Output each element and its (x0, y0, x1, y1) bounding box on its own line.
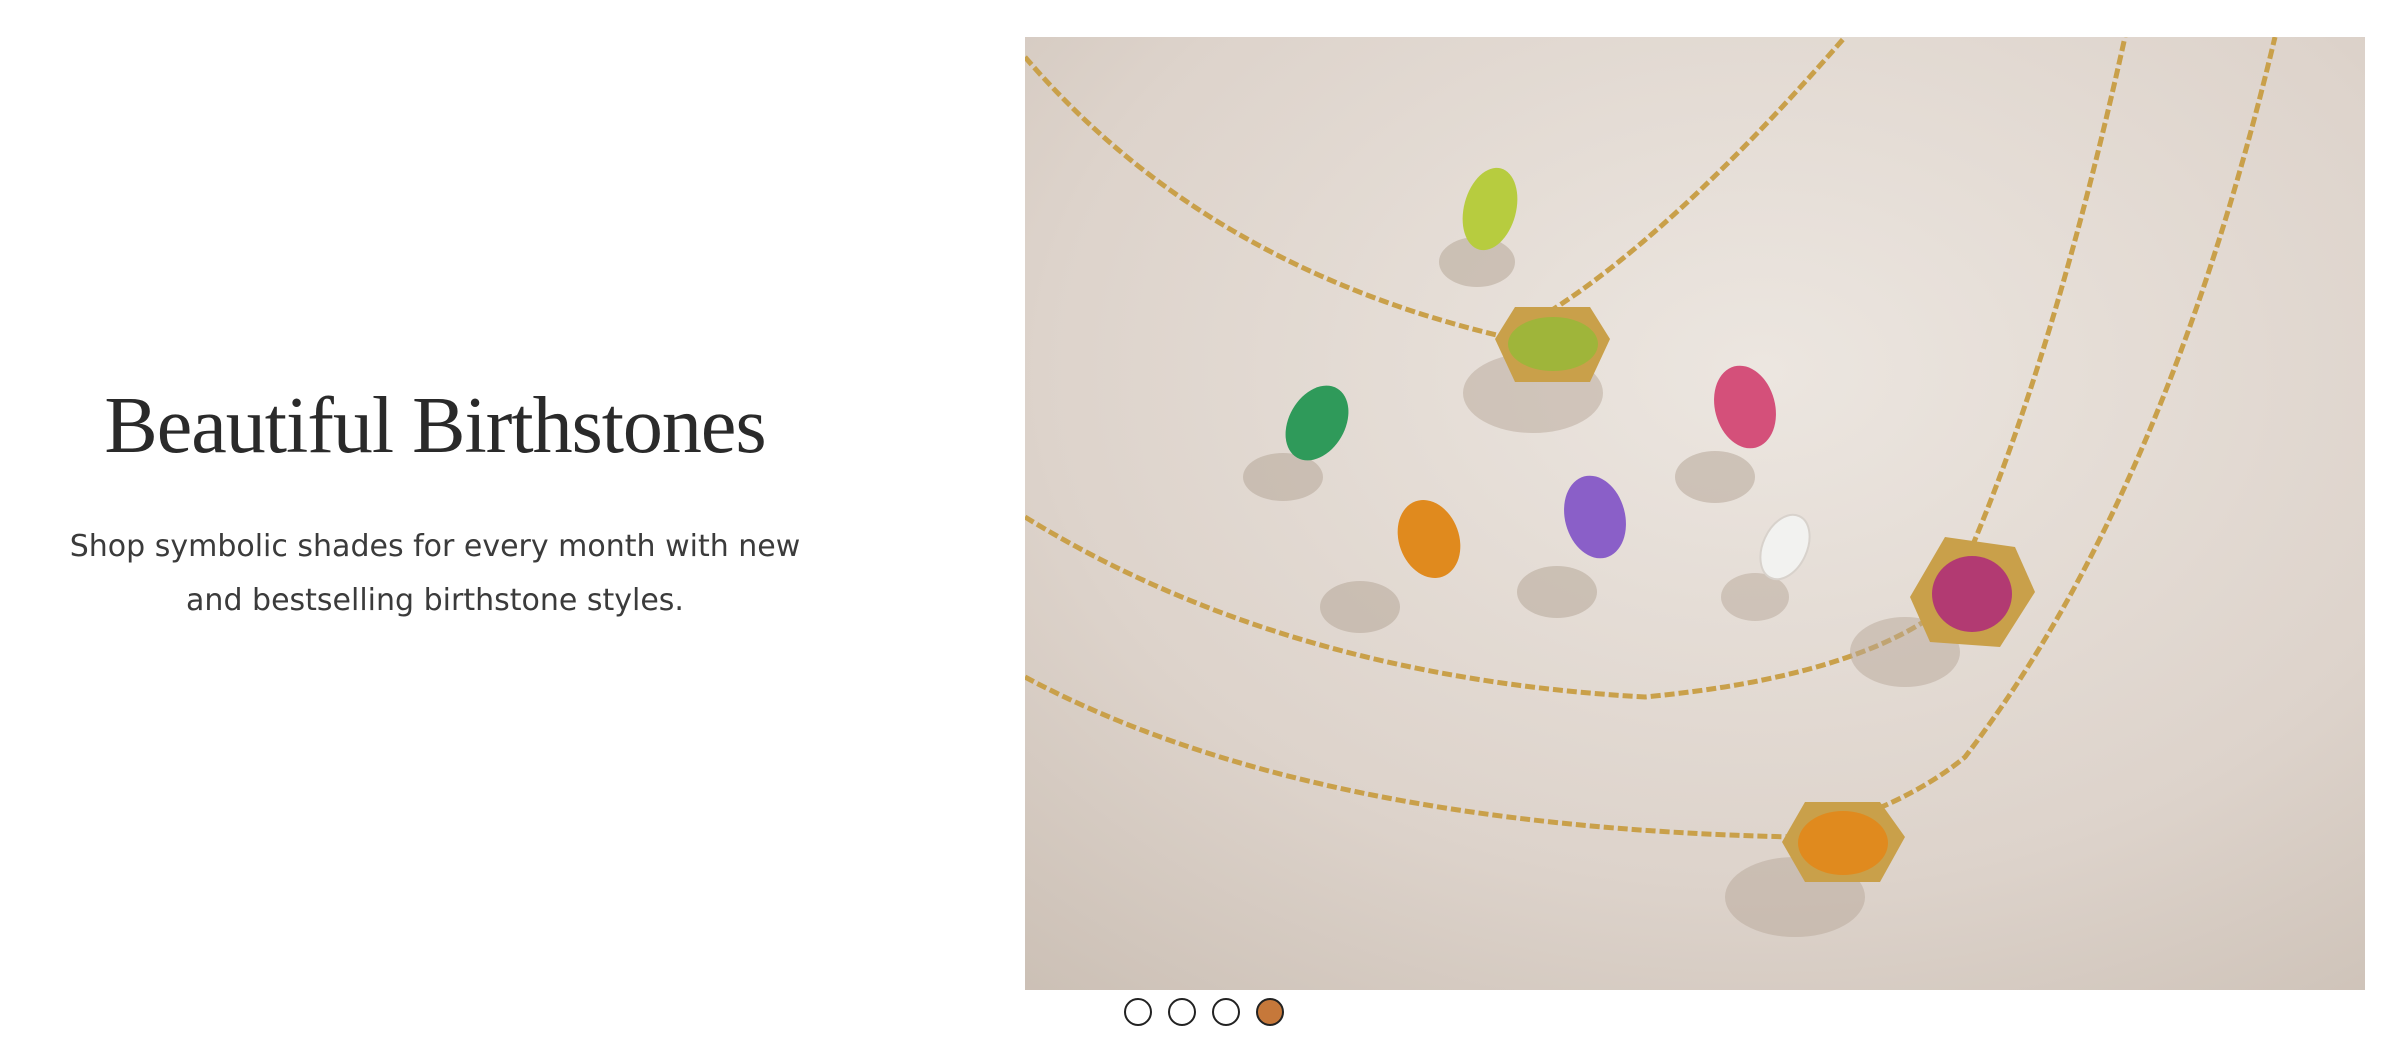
carousel-dot-2[interactable] (1168, 998, 1196, 1026)
carousel-pagination (1124, 994, 1284, 1030)
promo-title: Beautiful Birthstones (104, 382, 766, 470)
carousel-dot-3[interactable] (1212, 998, 1240, 1026)
hero-image[interactable] (1025, 37, 2365, 990)
carousel-dot-4[interactable] (1256, 998, 1284, 1026)
promo-description: Shop symbolic shades for every month wit… (69, 529, 801, 618)
birthstone-necklaces-image (1025, 37, 2365, 990)
carousel-dot-1[interactable] (1124, 998, 1152, 1026)
promo-copy: Beautiful Birthstones Shop symbolic shad… (40, 380, 830, 628)
birthstones-promo: Beautiful Birthstones Shop symbolic shad… (0, 0, 2404, 1060)
